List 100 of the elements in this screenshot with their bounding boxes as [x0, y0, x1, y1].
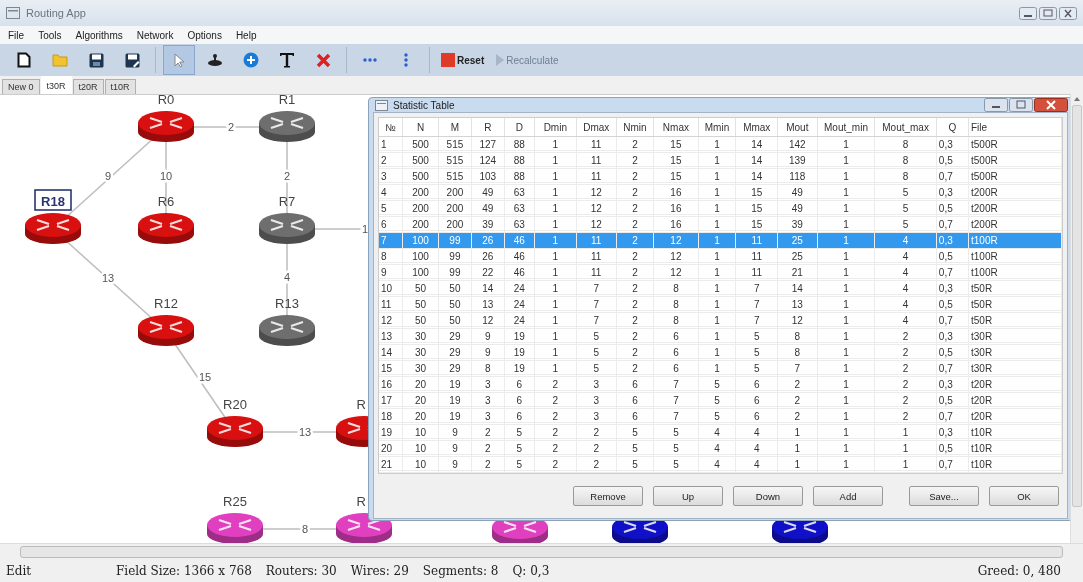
- router-icon[interactable]: [138, 213, 194, 244]
- dialog-button[interactable]: Save...: [909, 486, 979, 506]
- table-row[interactable]: 1 500 515 127 88 1 11 2 15 1 14 142 1 8 0,3 t500R: [379, 136, 1062, 153]
- table-cell: 5: [735, 360, 778, 377]
- table-row[interactable]: 10 50 50 14 24 1 7 2 8 1 7 14 1 4 0,3 t50R: [379, 280, 1062, 297]
- router-label: R7: [278, 194, 296, 209]
- table-cell: 24: [504, 312, 535, 329]
- document-tab[interactable]: t30R: [40, 76, 72, 94]
- minimize-icon[interactable]: [1019, 6, 1037, 20]
- close-icon[interactable]: [1059, 6, 1077, 20]
- column-header[interactable]: Mout_min: [817, 118, 875, 137]
- table-cell: 20: [402, 376, 439, 393]
- column-header[interactable]: Mout: [777, 118, 818, 137]
- wire-weight: 15: [198, 371, 212, 383]
- vertical-scrollbar[interactable]: [1070, 94, 1083, 543]
- column-header[interactable]: Dmax: [576, 118, 617, 137]
- table-cell: 1: [534, 248, 577, 265]
- dialog-button[interactable]: OK: [989, 486, 1059, 506]
- table-row[interactable]: 13 30 29 9 19 1 5 2 6 1 5 8 1 2 0,3 t30R: [379, 328, 1062, 345]
- table-cell: 2: [616, 296, 654, 313]
- table-cell: t10R: [968, 440, 1062, 457]
- scroll-up-icon[interactable]: [1074, 97, 1080, 101]
- table-cell: t20R: [968, 376, 1062, 393]
- document-tab[interactable]: New 0: [2, 79, 40, 94]
- table-cell: 16: [653, 216, 699, 233]
- table-cell: 1: [817, 184, 875, 201]
- table-row[interactable]: 21 10 9 2 5 2 2 5 5 4 4 1 1 1 0,7 t10R: [379, 456, 1062, 473]
- table-cell: 50: [402, 312, 439, 329]
- menu-item[interactable]: Network: [136, 29, 174, 41]
- close-icon[interactable]: [1034, 98, 1068, 112]
- table-cell: 5: [504, 424, 535, 441]
- table-cell: 1: [534, 328, 577, 345]
- table-row[interactable]: 15 30 29 8 19 1 5 2 6 1 5 7 1 2 0,7 t30R: [379, 360, 1062, 377]
- column-header[interactable]: File: [968, 118, 1062, 137]
- dialog-button[interactable]: Add: [813, 486, 883, 506]
- column-header[interactable]: R: [471, 118, 505, 137]
- minimize-icon[interactable]: [984, 98, 1008, 112]
- router-icon[interactable]: [25, 213, 81, 244]
- table-cell: 2: [534, 456, 577, 473]
- column-header[interactable]: Nmax: [653, 118, 699, 137]
- dialog-button[interactable]: Remove: [573, 486, 643, 506]
- router-label: R: [356, 494, 366, 509]
- table-row[interactable]: 18 20 19 3 6 2 3 6 7 5 6 2 1 2 0,7 t20R: [379, 408, 1062, 425]
- table-cell: t50R: [968, 280, 1062, 297]
- table-row[interactable]: 19 10 9 2 5 2 2 5 5 4 4 1 1 1 0,3 t10R: [379, 424, 1062, 441]
- dialog-button[interactable]: Down: [733, 486, 803, 506]
- table-row[interactable]: 9 100 99 22 46 1 11 2 12 1 11 21 1 4 0,7 t100R: [379, 264, 1062, 281]
- table-cell: 0,7: [936, 264, 969, 281]
- table-row[interactable]: 17 20 19 3 6 2 3 6 7 5 6 2 1 2 0,5 t20R: [379, 392, 1062, 409]
- table-cell: 4: [735, 456, 778, 473]
- table-cell: 49: [777, 184, 818, 201]
- table-row[interactable]: 3 500 515 103 88 1 11 2 15 1 14 118 1 8 0,7 t500R: [379, 168, 1062, 185]
- column-header[interactable]: Q: [936, 118, 969, 137]
- column-header[interactable]: N: [402, 118, 439, 137]
- reset-button[interactable]: Reset: [437, 47, 489, 73]
- table-row[interactable]: 6 200 200 39 63 1 12 2 16 1 15 39 1 5 0,7 t200R: [379, 216, 1062, 233]
- column-header[interactable]: D: [504, 118, 535, 137]
- column-header[interactable]: M: [438, 118, 472, 137]
- table-cell: 200: [402, 200, 439, 217]
- table-row[interactable]: 4 200 200 49 63 1 12 2 16 1 15 49 1 5 0,3 t200R: [379, 184, 1062, 201]
- table-row[interactable]: 11 50 50 13 24 1 7 2 8 1 7 13 1 4 0,5 t50R: [379, 296, 1062, 313]
- menu-item[interactable]: Tools: [38, 29, 62, 41]
- dialog-button[interactable]: Up: [653, 486, 723, 506]
- table-row[interactable]: 2 500 515 124 88 1 11 2 15 1 14 139 1 8 0,5 t500R: [379, 152, 1062, 169]
- table-cell: 10: [402, 440, 439, 457]
- menu-item[interactable]: File: [8, 29, 25, 41]
- router-icon[interactable]: [138, 111, 194, 142]
- router-icon[interactable]: [259, 315, 315, 346]
- horizontal-scrollbar[interactable]: [0, 543, 1083, 560]
- table-cell: 7: [576, 312, 617, 329]
- column-header[interactable]: Nmin: [616, 118, 654, 137]
- table-row[interactable]: 16 20 19 3 6 2 3 6 7 5 6 2 1 2 0,3 t20R: [379, 376, 1062, 393]
- menu-item[interactable]: Options: [187, 29, 222, 41]
- table-cell: 1: [534, 344, 577, 361]
- table-cell: 1: [777, 440, 818, 457]
- column-header[interactable]: Mmin: [698, 118, 736, 137]
- column-header[interactable]: Mmax: [735, 118, 778, 137]
- menu-item[interactable]: Help: [235, 29, 257, 41]
- table-cell: 1: [817, 376, 875, 393]
- document-tab[interactable]: t10R: [104, 79, 136, 94]
- column-header[interactable]: Dmin: [534, 118, 577, 137]
- router-icon[interactable]: [259, 111, 315, 142]
- table-row[interactable]: 14 30 29 9 19 1 5 2 6 1 5 8 1 2 0,5 t30R: [379, 344, 1062, 361]
- column-header[interactable]: №: [379, 118, 403, 137]
- table-row[interactable]: 5 200 200 49 63 1 12 2 16 1 15 49 1 5 0,5 t200R: [379, 200, 1062, 217]
- table-cell: 11: [379, 296, 403, 313]
- router-icon[interactable]: [207, 513, 263, 543]
- document-tab[interactable]: t20R: [72, 79, 104, 94]
- wire-weight: 4: [283, 271, 291, 283]
- router-icon[interactable]: [138, 315, 194, 346]
- router-icon[interactable]: [207, 416, 263, 447]
- table-cell: 5: [874, 216, 937, 233]
- table-cell: 5: [616, 440, 654, 457]
- table-cell: 8: [874, 152, 937, 169]
- table-row[interactable]: 8 100 99 26 46 1 11 2 12 1 11 25 1 4 0,5 t100R: [379, 248, 1062, 265]
- table-row[interactable]: 20 10 9 2 5 2 2 5 5 4 4 1 1 1 0,5 t10R: [379, 440, 1062, 457]
- menu-item[interactable]: Algorithms: [75, 29, 123, 41]
- table-row[interactable]: 12 50 50 12 24 1 7 2 8 1 7 12 1 4 0,7 t50R: [379, 312, 1062, 329]
- column-header[interactable]: Mout_max: [874, 118, 937, 137]
- router-icon[interactable]: [259, 213, 315, 244]
